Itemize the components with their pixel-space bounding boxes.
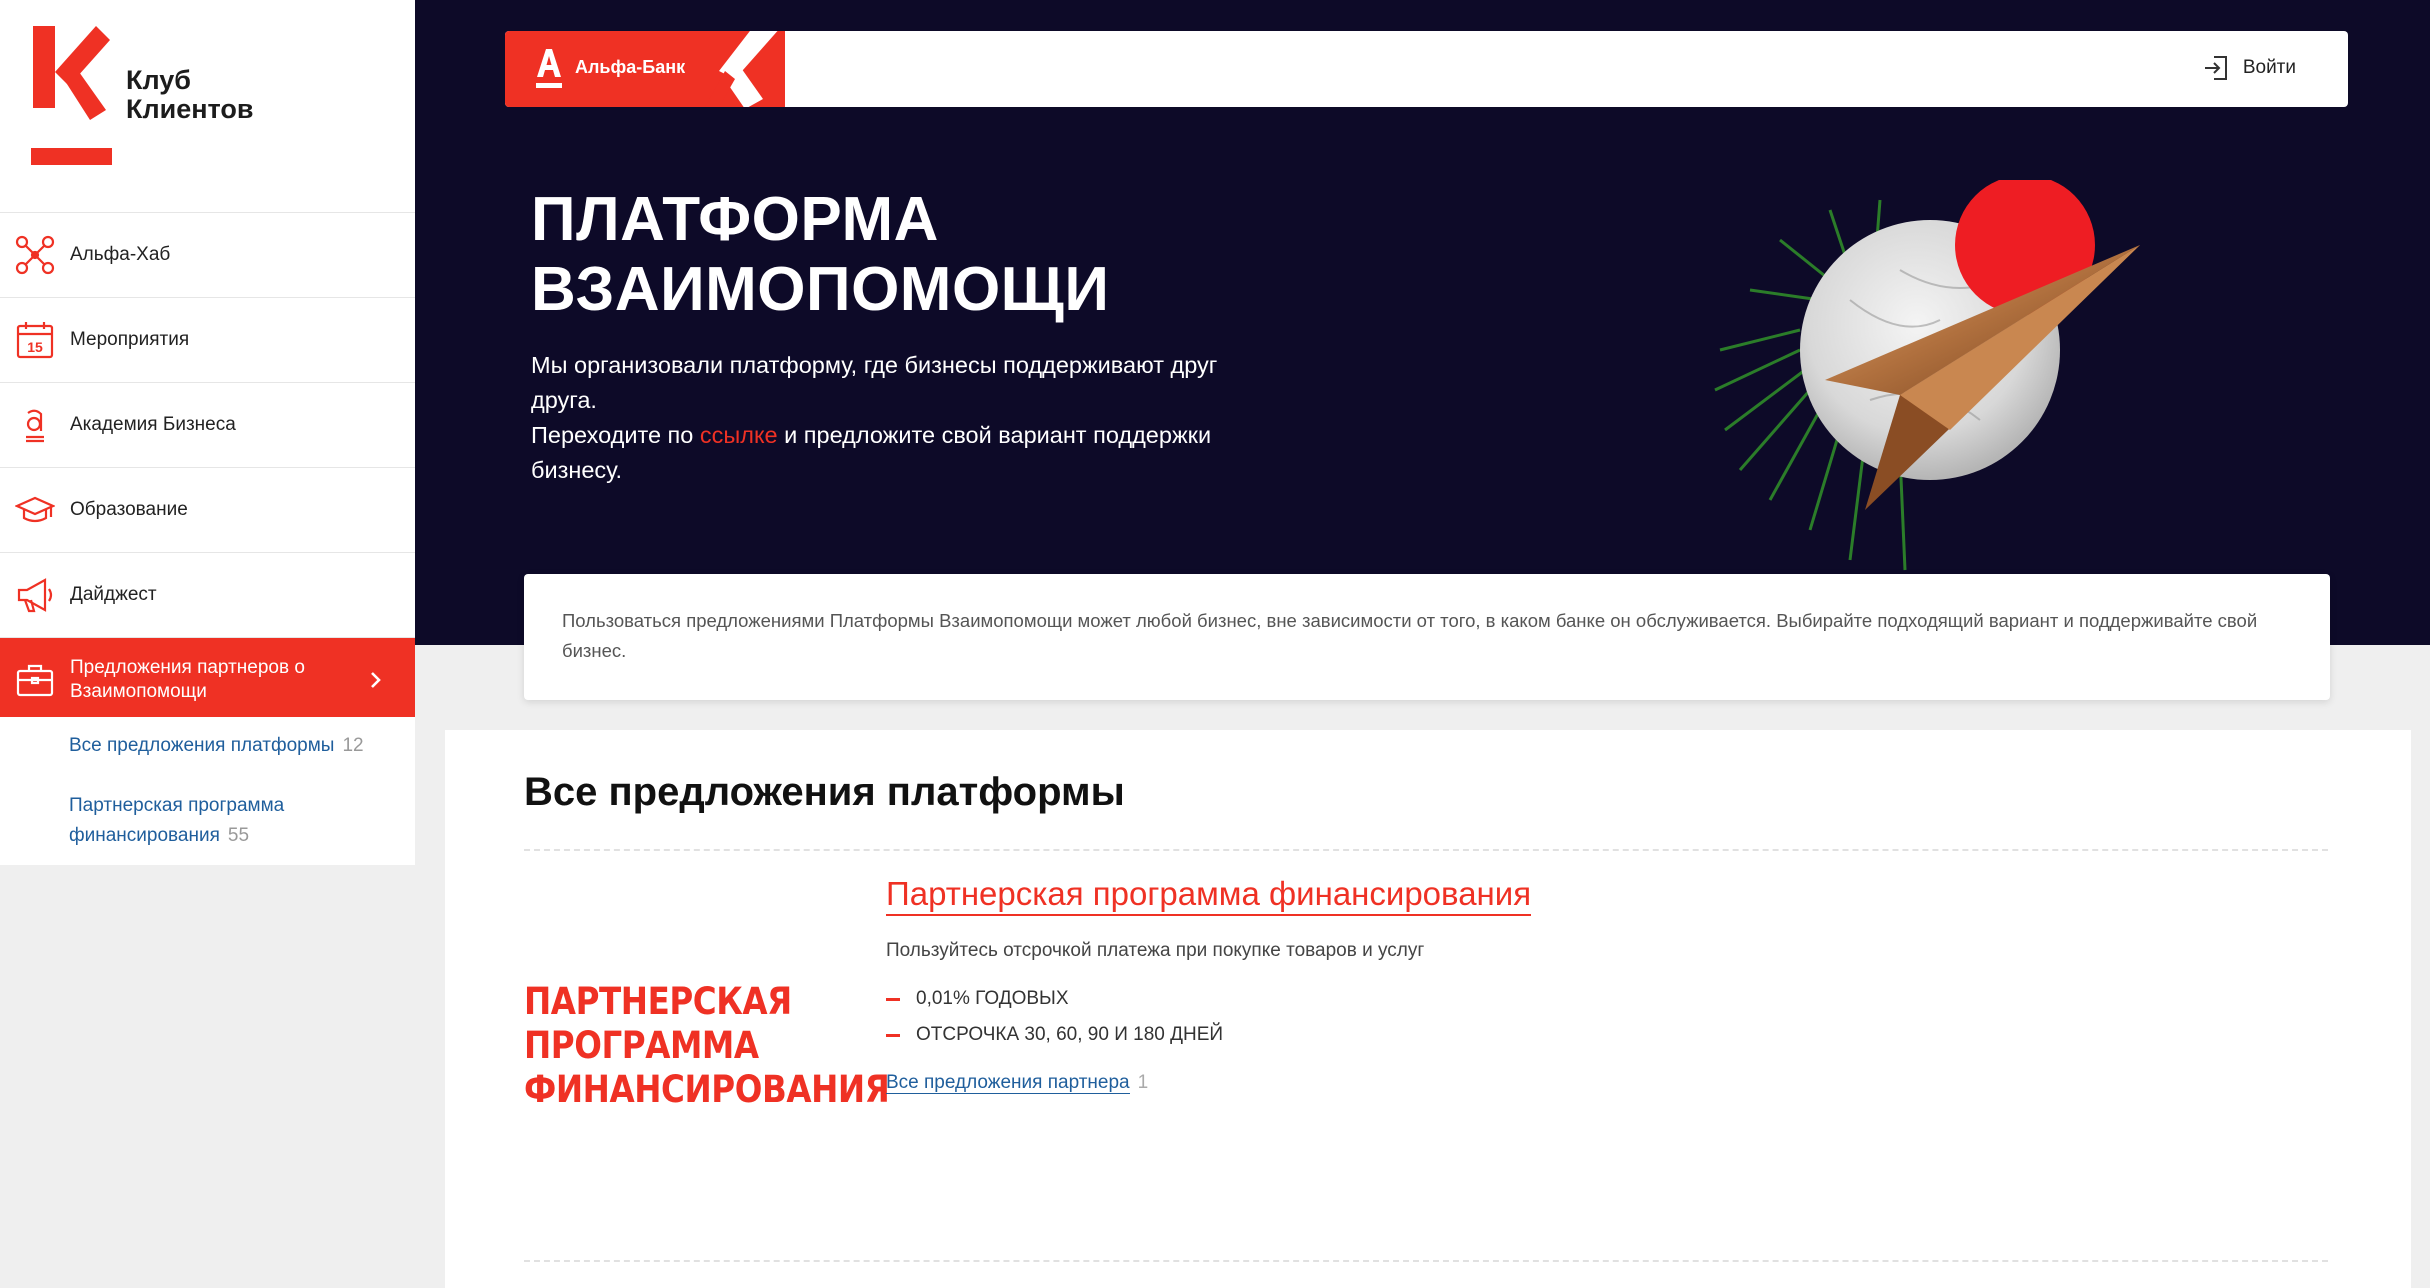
- info-text: Пользоваться предложениями Платформы Вза…: [562, 610, 2258, 661]
- network-hub-icon: [0, 213, 70, 298]
- sidebar-item-label: Дайджест: [70, 584, 157, 605]
- sidebar-item-label: Мероприятия: [70, 329, 190, 350]
- sidebar-item-label: Образование: [70, 499, 188, 520]
- sidebar-item-partner-offers[interactable]: Предложения партнеров о Взаимопомощи: [0, 637, 415, 721]
- paper-plane-illustration: [1714, 180, 2140, 571]
- sidebar-nav: Альфа-Хаб 15 Мероприятия Академия Бизнес…: [0, 212, 415, 721]
- offer-title-link[interactable]: Партнерская программа финансирования: [886, 874, 1532, 916]
- submenu-count: 55: [227, 825, 250, 846]
- sidebar-item-education[interactable]: Образование: [0, 467, 415, 552]
- partner-offers-count: 1: [1137, 1072, 1149, 1093]
- submenu-all-offers[interactable]: Все предложения платформы 12: [69, 731, 364, 761]
- logo-underline: [31, 148, 112, 165]
- sidebar-item-events[interactable]: 15 Мероприятия: [0, 297, 415, 382]
- offer-bullet: ОТСРОЧКА 30, 60, 90 И 180 ДНЕЙ: [886, 1024, 1223, 1046]
- partner-offers-link[interactable]: Все предложения партнера 1: [886, 1072, 1148, 1094]
- sidebar-item-business-academy[interactable]: Академия Бизнеса: [0, 382, 415, 467]
- svg-text:15: 15: [27, 339, 43, 355]
- submenu-partner-program[interactable]: Партнерская программа финансирования 55: [69, 791, 284, 851]
- section-title: Все предложения платформы: [524, 770, 1125, 814]
- alfa-a-logo-icon: [536, 49, 562, 88]
- alfa-bank-brand[interactable]: Альфа-Банк: [505, 31, 785, 107]
- sidebar-submenu: Все предложения платформы 12 Партнерская …: [0, 717, 415, 865]
- login-icon: [2204, 56, 2227, 80]
- divider: [524, 849, 2328, 851]
- graduation-cap-icon: [0, 468, 70, 553]
- offer-promo-image: ПАРТНЕРСКАЯ ПРОГРАММА ФИНАНСИРОВАНИЯ: [524, 980, 890, 1111]
- divider: [524, 1260, 2328, 1262]
- club-k-mark-icon: [705, 31, 778, 107]
- top-bar: Альфа-Банк Войти: [505, 31, 2348, 107]
- offers-section: Все предложения платформы ПАРТНЕРСКАЯ ПР…: [445, 730, 2411, 1288]
- megaphone-icon: [0, 553, 70, 638]
- sidebar-item-label: Академия Бизнеса: [70, 414, 236, 435]
- calendar-icon: 15: [0, 298, 70, 383]
- hero-link[interactable]: ссылке: [700, 422, 778, 448]
- sidebar-item-digest[interactable]: Дайджест: [0, 552, 415, 637]
- sidebar: Клуб Клиентов Альфа-Хаб 15 Мероприятия А…: [0, 0, 415, 865]
- bullet-dash-icon: [886, 997, 900, 1001]
- club-logo-text: Клуб Клиентов: [126, 65, 254, 124]
- hero-banner: Альфа-Банк Войти ПЛАТФОРМА ВЗАИМОПОМОЩИ …: [415, 0, 2430, 645]
- login-button[interactable]: Войти: [2201, 53, 2296, 83]
- hero-description: Мы организовали платформу, где бизнесы п…: [531, 352, 1218, 483]
- academy-a-icon: [0, 383, 70, 468]
- offer-bullet: 0,01% ГОДОВЫХ: [886, 988, 1069, 1010]
- info-card: Пользоваться предложениями Платформы Вза…: [524, 574, 2330, 700]
- sidebar-item-label: Предложения партнеров о Взаимопомощи: [70, 656, 305, 702]
- submenu-count: 12: [342, 735, 364, 756]
- chevron-right-icon: [371, 672, 381, 688]
- offer-description: Пользуйтесь отсрочкой платежа при покупк…: [886, 940, 1425, 961]
- brand-name: Альфа-Банк: [575, 57, 686, 77]
- briefcase-icon: [0, 637, 70, 722]
- login-label: Войти: [2242, 57, 2296, 78]
- sidebar-item-label: Альфа-Хаб: [70, 244, 171, 265]
- sidebar-item-alfa-hub[interactable]: Альфа-Хаб: [0, 212, 415, 297]
- hero-title: ПЛАТФОРМА ВЗАИМОПОМОЩИ: [531, 185, 1110, 324]
- bullet-dash-icon: [886, 1033, 900, 1037]
